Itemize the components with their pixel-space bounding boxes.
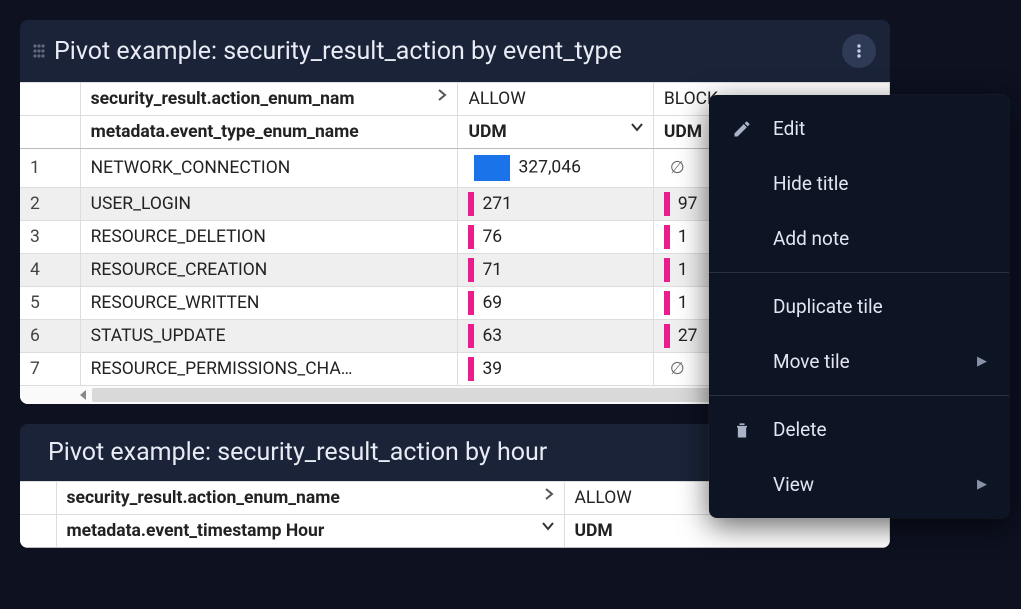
chevron-right-icon xyxy=(437,89,447,101)
field-header[interactable]: security_result.action_enum_name xyxy=(56,482,564,515)
event-type-cell[interactable]: USER_LOGIN xyxy=(80,188,458,221)
scroll-left-icon xyxy=(80,390,86,400)
menu-divider xyxy=(709,272,1009,273)
menu-label: Duplicate tile xyxy=(773,295,883,318)
value-bar-icon xyxy=(468,291,474,315)
event-type-cell[interactable]: RESOURCE_DELETION xyxy=(80,221,458,254)
chevron-right-icon: ▶ xyxy=(977,354,987,369)
allow-value-cell[interactable]: 71 xyxy=(458,254,653,287)
null-icon: ∅ xyxy=(670,158,685,178)
field-header-label: security_result.action_enum_nam xyxy=(91,89,355,109)
allow-value-cell[interactable]: 327,046 xyxy=(458,149,653,188)
event-type-cell[interactable]: NETWORK_CONNECTION xyxy=(80,149,458,188)
row-index: 3 xyxy=(20,221,80,254)
column-allow-header[interactable]: ALLOW xyxy=(458,83,653,116)
row-index: 4 xyxy=(20,254,80,287)
allow-value-cell[interactable]: 63 xyxy=(458,320,653,353)
allow-value-cell[interactable]: 76 xyxy=(458,221,653,254)
menu-duplicate[interactable]: Duplicate tile xyxy=(709,279,1009,334)
tile-kebab-button[interactable] xyxy=(842,34,876,68)
subfield-header[interactable]: metadata.event_timestamp Hour xyxy=(56,515,564,548)
subfield-header[interactable]: metadata.event_type_enum_name xyxy=(80,116,458,149)
value-bar-icon xyxy=(664,291,670,315)
chevron-down-icon xyxy=(542,521,554,531)
value-bar-icon xyxy=(468,192,474,216)
drag-handle-icon[interactable] xyxy=(30,42,48,60)
menu-edit[interactable]: Edit xyxy=(709,101,1009,156)
allow-value-cell[interactable]: 39 xyxy=(458,353,653,386)
tile-title: Pivot example: security_result_action by… xyxy=(54,37,622,66)
pencil-icon xyxy=(731,118,753,140)
value-bar-icon xyxy=(664,324,670,348)
event-type-cell[interactable]: RESOURCE_WRITTEN xyxy=(80,287,458,320)
value-bar-icon xyxy=(468,357,474,381)
corner-header xyxy=(20,83,80,116)
value-bar-icon xyxy=(474,155,510,181)
event-type-cell[interactable]: STATUS_UPDATE xyxy=(80,320,458,353)
menu-divider xyxy=(709,395,1009,396)
row-index: 2 xyxy=(20,188,80,221)
row-index: 7 xyxy=(20,353,80,386)
value-bar-icon xyxy=(664,258,670,282)
null-icon: ∅ xyxy=(670,359,685,379)
tile-title: Pivot example: security_result_action by… xyxy=(48,438,547,467)
chevron-right-icon: ▶ xyxy=(977,477,987,492)
value-bar-icon xyxy=(468,258,474,282)
menu-delete[interactable]: Delete xyxy=(709,402,1009,457)
allow-value-cell[interactable]: 69 xyxy=(458,287,653,320)
udm-allow-header[interactable]: UDM xyxy=(458,116,653,149)
value-bar-icon xyxy=(468,324,474,348)
menu-view[interactable]: View ▶ xyxy=(709,457,1009,512)
value-bar-icon xyxy=(664,225,670,249)
menu-add-note[interactable]: Add note xyxy=(709,211,1009,266)
chevron-right-icon xyxy=(544,488,554,500)
udm-allow-header[interactable]: UDM xyxy=(564,515,890,548)
menu-hide-title[interactable]: Hide title xyxy=(709,156,1009,211)
event-type-cell[interactable]: RESOURCE_CREATION xyxy=(80,254,458,287)
row-index: 6 xyxy=(20,320,80,353)
menu-label: Edit xyxy=(773,117,805,140)
allow-value-cell[interactable]: 271 xyxy=(458,188,653,221)
menu-label: Hide title xyxy=(773,172,848,195)
trash-icon xyxy=(731,419,753,441)
chevron-down-icon xyxy=(631,122,643,132)
row-index: 1 xyxy=(20,149,80,188)
event-type-cell[interactable]: RESOURCE_PERMISSIONS_CHA… xyxy=(80,353,458,386)
menu-label: View xyxy=(773,473,814,496)
value-bar-icon xyxy=(468,225,474,249)
tile-context-menu: Edit Hide title Add note Duplicate tile … xyxy=(709,95,1009,518)
menu-label: Move tile xyxy=(773,350,850,373)
menu-label: Delete xyxy=(773,418,827,441)
tile-header: Pivot example: security_result_action by… xyxy=(20,20,890,82)
menu-move[interactable]: Move tile ▶ xyxy=(709,334,1009,389)
menu-label: Add note xyxy=(773,227,849,250)
row-index: 5 xyxy=(20,287,80,320)
value-bar-icon xyxy=(664,192,670,216)
field-header[interactable]: security_result.action_enum_nam xyxy=(80,83,458,116)
